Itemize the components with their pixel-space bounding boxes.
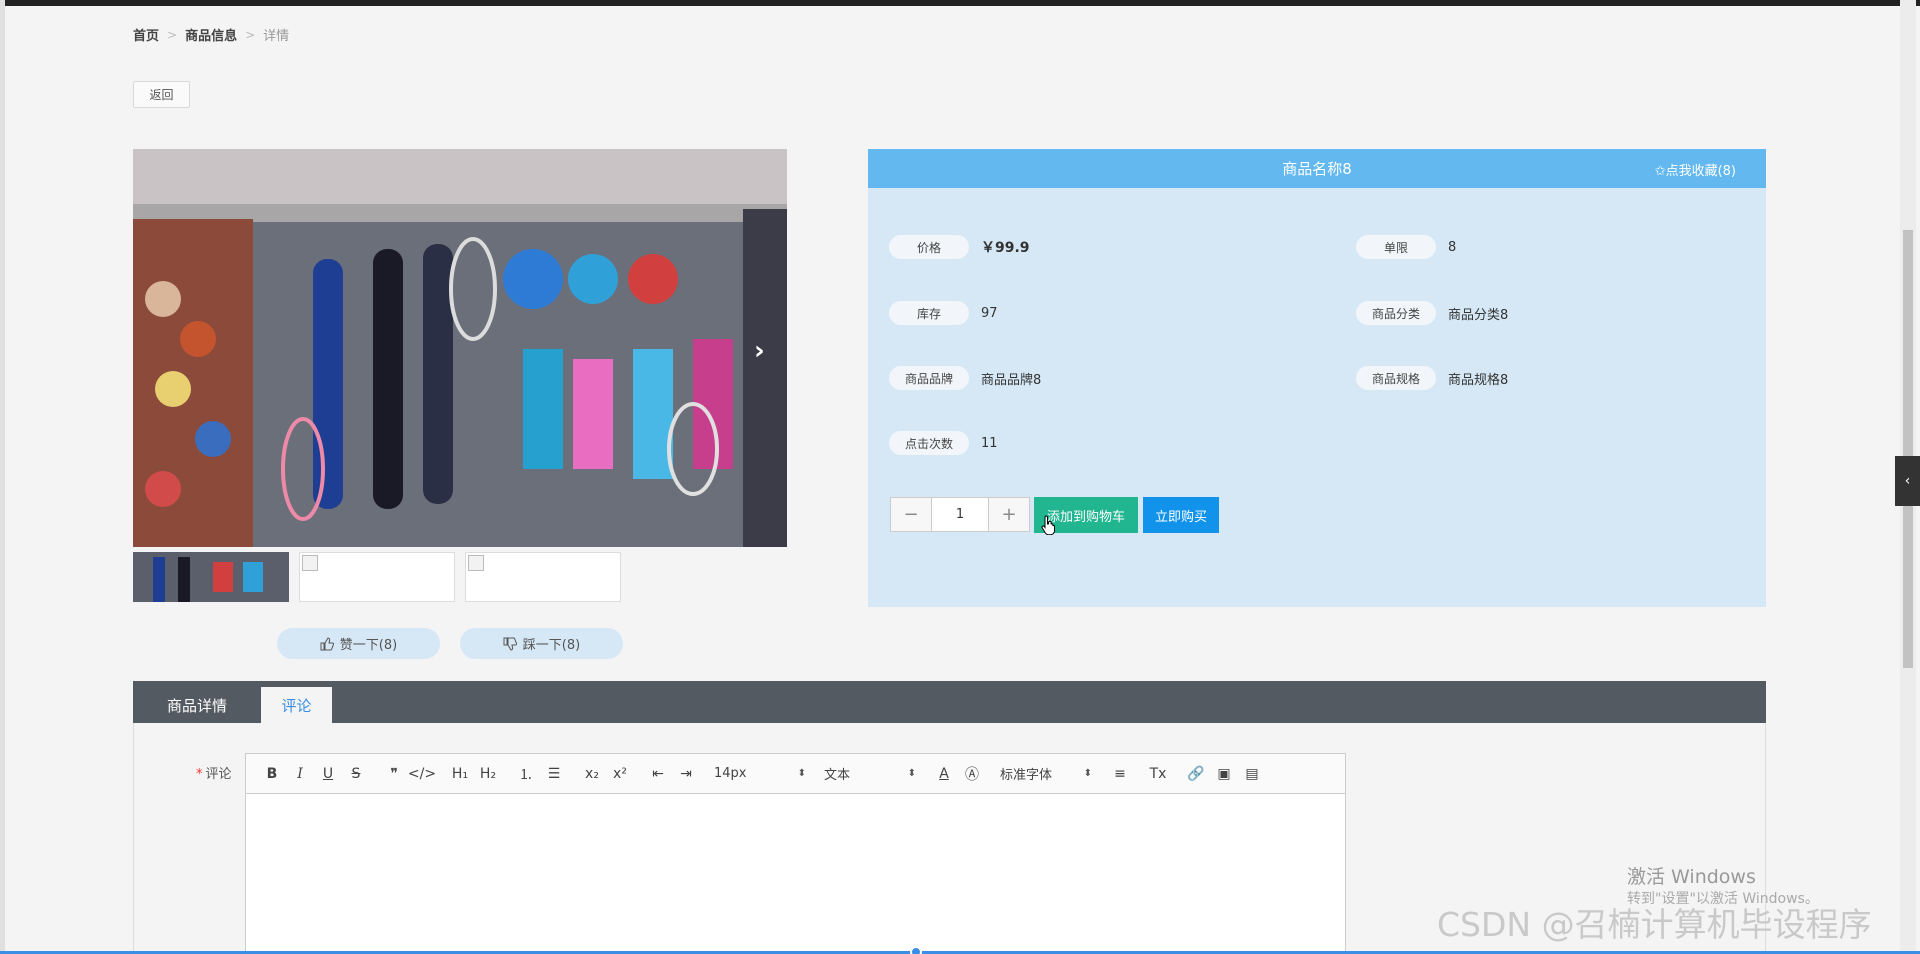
- heading2-button[interactable]: H₂: [474, 760, 502, 788]
- thumbs-up-icon: [320, 636, 334, 650]
- background-color-button[interactable]: Ⓐ: [958, 760, 986, 788]
- quantity-input[interactable]: 1: [931, 498, 989, 531]
- spec-field: 商品规格 商品规格8: [1356, 366, 1508, 390]
- broken-image-icon: [302, 555, 318, 571]
- tab-product-details[interactable]: 商品详情: [133, 687, 261, 723]
- windows-activation-title: 激活 Windows: [1627, 866, 1756, 888]
- subscript-button[interactable]: x₂: [578, 760, 606, 788]
- category-field: 商品分类 商品分类8: [1356, 301, 1508, 325]
- comment-label-text: 评论: [205, 767, 232, 782]
- product-name: 商品名称8: [1282, 160, 1352, 178]
- header-value: 文本: [824, 768, 851, 783]
- thumbnail-3[interactable]: [465, 552, 621, 602]
- comment-label: * 评论: [196, 763, 232, 782]
- quantity-stepper: − 1 +: [890, 497, 1030, 532]
- editor-toolbar: B I U S ❞ </> H₁ H₂ ⒈ ☰ x₂ x² ⇤ ⇥ 14px ⬍…: [246, 754, 1345, 794]
- thumbnail-2[interactable]: [299, 552, 455, 602]
- editor-content[interactable]: [246, 794, 1345, 954]
- font-size-value: 14px: [714, 766, 747, 781]
- brand-field: 商品品牌 商品品牌8: [889, 366, 1041, 390]
- price-label: 价格: [889, 235, 969, 259]
- indent-button[interactable]: ⇥: [672, 760, 700, 788]
- scrollbar-thumb[interactable]: [1903, 230, 1913, 668]
- select-arrow-icon: ⬍: [797, 768, 806, 779]
- font-color-button[interactable]: A: [930, 760, 958, 788]
- top-border: [0, 0, 1920, 6]
- quantity-decrease-button[interactable]: −: [891, 498, 931, 531]
- rich-text-editor: B I U S ❞ </> H₁ H₂ ⒈ ☰ x₂ x² ⇤ ⇥ 14px ⬍…: [245, 753, 1346, 954]
- strike-button[interactable]: S: [342, 760, 370, 788]
- clicks-label: 点击次数: [889, 431, 969, 455]
- clicks-field: 点击次数 11: [889, 431, 998, 455]
- ordered-list-button[interactable]: ⒈: [512, 760, 540, 788]
- italic-button[interactable]: I: [286, 760, 314, 788]
- underline-button[interactable]: U: [314, 760, 342, 788]
- code-block-button[interactable]: </>: [408, 760, 436, 788]
- breadcrumb-current: 详情: [263, 29, 290, 44]
- brand-label: 商品品牌: [889, 366, 969, 390]
- limit-value: 8: [1448, 239, 1457, 255]
- font-family-value: 标准字体: [1000, 768, 1053, 783]
- thumbs-up-button[interactable]: 赞一下(8): [277, 628, 440, 659]
- clear-format-button[interactable]: Tx: [1144, 760, 1172, 788]
- product-info-header: 商品名称8 ✩点我收藏(8): [868, 149, 1766, 188]
- bullet-list-button[interactable]: ☰: [540, 760, 568, 788]
- hand-cursor-icon: [1041, 515, 1055, 535]
- spec-value: 商品规格8: [1448, 372, 1509, 388]
- align-button[interactable]: ≡: [1106, 760, 1134, 788]
- quantity-increase-button[interactable]: +: [989, 498, 1029, 531]
- bold-button[interactable]: B: [258, 760, 286, 788]
- limit-label: 单限: [1356, 235, 1436, 259]
- limit-field: 单限 8: [1356, 235, 1456, 259]
- category-value: 商品分类8: [1448, 307, 1509, 323]
- image-button[interactable]: ▣: [1210, 760, 1238, 788]
- font-family-select[interactable]: 标准字体 ⬍: [996, 760, 1096, 788]
- superscript-button[interactable]: x²: [606, 760, 634, 788]
- buy-now-button[interactable]: 立即购买: [1143, 497, 1219, 533]
- clicks-value: 11: [981, 435, 998, 451]
- price-field: 价格 ￥99.9: [889, 235, 1030, 259]
- broken-image-icon: [468, 555, 484, 571]
- back-button[interactable]: 返回: [133, 81, 190, 108]
- tab-bar: 商品详情 评论: [133, 681, 1766, 723]
- select-arrow-icon: ⬍: [1083, 768, 1092, 779]
- product-main-image: [133, 149, 787, 547]
- select-arrow-icon: ⬍: [907, 768, 916, 779]
- stock-field: 库存 97: [889, 301, 998, 325]
- stock-label: 库存: [889, 301, 969, 325]
- blockquote-button[interactable]: ❞: [380, 760, 408, 788]
- heading1-button[interactable]: H₁: [446, 760, 474, 788]
- outdent-button[interactable]: ⇤: [644, 760, 672, 788]
- breadcrumb-home[interactable]: 首页: [133, 25, 159, 44]
- thumbs-down-button[interactable]: 踩一下(8): [460, 628, 623, 659]
- stock-value: 97: [981, 305, 998, 321]
- side-collapse-handle[interactable]: ‹: [1895, 456, 1920, 506]
- breadcrumb-separator: >: [167, 27, 178, 42]
- brand-value: 商品品牌8: [981, 372, 1042, 388]
- video-button[interactable]: ▤: [1238, 760, 1266, 788]
- breadcrumb-separator: >: [245, 27, 256, 42]
- csdn-watermark: CSDN @召楠计算机毕设程序: [1437, 905, 1872, 944]
- breadcrumb-section[interactable]: 商品信息: [185, 25, 237, 44]
- breadcrumb: 首页 > 商品信息 > 详情: [133, 25, 290, 45]
- next-image-arrow[interactable]: ›: [754, 336, 765, 366]
- spec-label: 商品规格: [1356, 366, 1436, 390]
- thumbs-down-icon: [503, 637, 517, 651]
- link-button[interactable]: 🔗: [1182, 760, 1210, 788]
- header-select[interactable]: 文本 ⬍: [820, 760, 920, 788]
- favorite-button[interactable]: ✩点我收藏(8): [1655, 160, 1736, 179]
- thumbs-down-label: 踩一下(8): [522, 638, 581, 653]
- font-size-select[interactable]: 14px ⬍: [710, 760, 810, 788]
- price-value: ￥99.9: [981, 240, 1030, 256]
- progress-handle[interactable]: [910, 946, 922, 954]
- thumbs-up-label: 赞一下(8): [339, 638, 398, 653]
- tab-comments[interactable]: 评论: [261, 687, 332, 723]
- left-edge: [0, 0, 5, 954]
- required-mark: *: [196, 767, 203, 782]
- category-label: 商品分类: [1356, 301, 1436, 325]
- thumbnail-1[interactable]: [133, 552, 289, 602]
